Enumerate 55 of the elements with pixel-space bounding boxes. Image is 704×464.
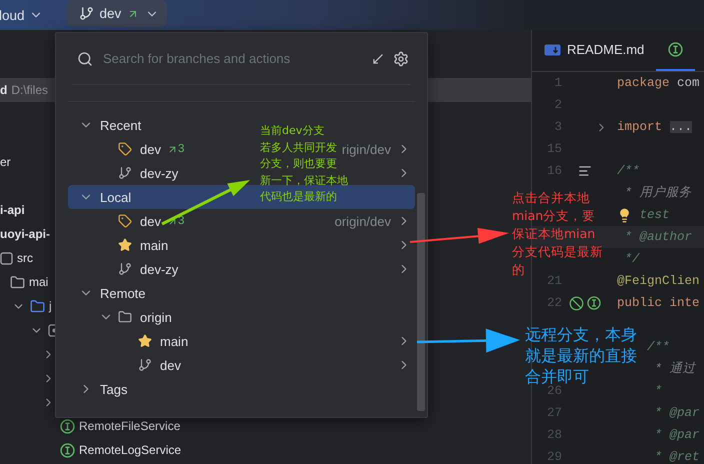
branch-group[interactable]: origin	[140, 310, 172, 324]
editor-tab[interactable]: README.md	[532, 30, 656, 71]
code-line: */	[624, 252, 641, 266]
branch-item[interactable]: dev	[140, 142, 161, 156]
annotation-text: 远程分支，本身	[525, 324, 637, 345]
branch-group[interactable]: Tags	[100, 382, 128, 396]
code-line: test	[614, 208, 704, 222]
code-line: @FeignClien	[616, 274, 701, 288]
code-line: /**	[616, 164, 641, 178]
tree-item[interactable]: er	[0, 150, 11, 174]
code-line: * 通过	[654, 362, 697, 376]
branch-item[interactable]: main	[140, 238, 168, 252]
branch-button[interactable]: dev	[66, 0, 168, 27]
code-line: * @par	[654, 428, 701, 442]
annotation-text: 当前dev分支	[260, 123, 324, 139]
ahead-count: 3	[178, 215, 184, 227]
annotation-text: 分支代码是最新	[512, 243, 603, 261]
annotation-text: 保证本地mian	[512, 225, 596, 243]
code-line: package com	[616, 76, 701, 90]
code-line: * @ret	[654, 450, 701, 464]
tracking-branch: rigin/dev	[342, 142, 391, 156]
branch-group[interactable]: Recent	[100, 118, 142, 132]
tree-item[interactable]: i-api	[0, 198, 25, 222]
code-line: *	[654, 384, 664, 398]
code-line: public inte	[616, 296, 701, 310]
annotation-text: 合并即可	[525, 366, 589, 386]
tree-item[interactable]: j	[10, 294, 52, 318]
ahead-count: 3	[178, 143, 184, 155]
tree-item[interactable]: src	[0, 246, 33, 270]
annotation-text: 点击合并本地	[512, 189, 590, 207]
code-line: * @par	[654, 406, 701, 420]
annotation-text: 就是最新的直接	[525, 345, 637, 366]
branch-item[interactable]: dev-zy	[140, 262, 178, 276]
branch-item[interactable]: main	[160, 334, 188, 348]
code-line: * 用户服务	[624, 186, 693, 200]
branch-item[interactable]: dev-zy	[140, 166, 178, 180]
annotation-text: 分支，则也要更	[260, 156, 337, 172]
annotation-text: mian分支，要	[512, 207, 596, 225]
code-line: /**	[646, 340, 671, 354]
tree-item[interactable]: RemoteLogService	[40, 438, 182, 462]
project-name[interactable]: loud	[0, 8, 25, 22]
tree-item[interactable]: RemoteFileService	[40, 414, 180, 438]
code-line: import ...	[616, 120, 694, 134]
code-line: * @author	[624, 230, 694, 244]
tree-item[interactable]: uoyi-api-	[0, 222, 50, 246]
search-field[interactable]: Search for branches and actions	[101, 50, 363, 67]
tree-item[interactable]: mai	[0, 270, 48, 294]
branch-item[interactable]: dev	[160, 358, 181, 372]
annotation-text: 若多人共同开发	[260, 140, 337, 156]
annotation-text: 的	[512, 261, 525, 279]
branch-group[interactable]: Remote	[100, 286, 146, 300]
branch-item[interactable]: dev	[140, 214, 161, 228]
branch-group[interactable]: Local	[100, 190, 132, 204]
annotation-text: 代码也是最新的	[260, 189, 337, 205]
tracking-branch: origin/dev	[334, 214, 391, 228]
